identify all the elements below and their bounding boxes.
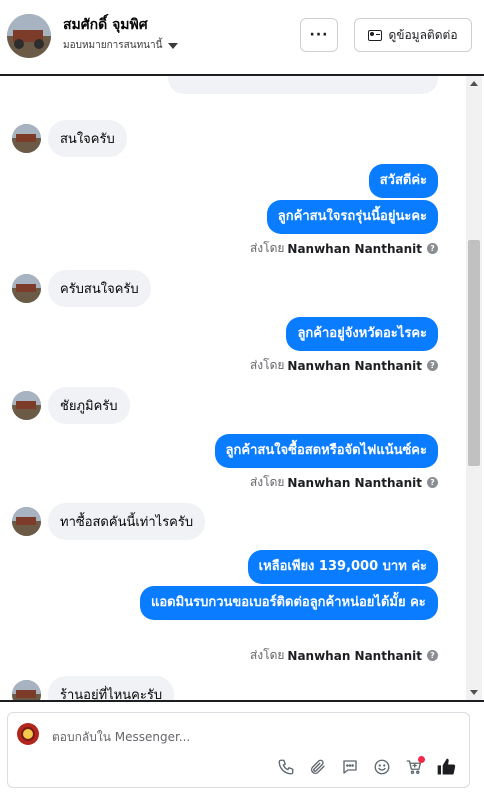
outgoing-bubble: สวัสดีค่ะ [368, 164, 438, 198]
outgoing-bubble: ลูกค้าสนใจรถรุ่นนี้อยู่นะคะ [266, 200, 438, 234]
caret-down-icon [168, 42, 179, 49]
reply-composer [7, 712, 470, 788]
sent-by-label: ส่งโดย Nanwhan Nanthanit ? [250, 646, 438, 665]
scrollbar[interactable] [466, 76, 482, 700]
notification-dot [418, 756, 425, 763]
composer-toolbar [276, 756, 456, 777]
sent-by-label: ส่งโดย Nanwhan Nanthanit ? [250, 356, 438, 375]
sender-name: Nanwhan Nanthanit [287, 241, 422, 256]
contact-avatar-small [12, 680, 41, 700]
incoming-message: ชัยภูมิครับ [12, 387, 130, 424]
incoming-message: ทาซื้อสดคันนี้เท่าไรครับ [12, 503, 206, 540]
view-contact-label: ดูข้อมูลติดต่อ [388, 27, 458, 42]
incoming-bubble: ชัยภูมิครับ [48, 387, 130, 424]
cart-icon[interactable] [404, 756, 425, 777]
incoming-bubble: สนใจครับ [48, 120, 127, 157]
assign-conversation-dropdown[interactable]: มอบหมายการสนทนานี้ [63, 38, 179, 53]
scrollbar-thumb[interactable] [468, 240, 480, 466]
sent-by-prefix: ส่งโดย [249, 648, 285, 662]
reply-input[interactable] [52, 727, 432, 747]
assign-label: มอบหมายการสนทนานี้ [63, 40, 163, 51]
contact-card-icon [368, 29, 383, 41]
sender-name: Nanwhan Nanthanit [287, 648, 422, 663]
view-contact-button[interactable]: ดูข้อมูลติดต่อ [354, 18, 472, 52]
sent-by-prefix: ส่งโดย [249, 241, 285, 255]
incoming-message: ครับสนใจครับ [12, 270, 151, 307]
contact-avatar-small [12, 274, 41, 303]
outgoing-bubble: ลูกค้าอยู่จังหวัดอะไรคะ [286, 317, 438, 351]
chat-bubble-icon[interactable] [340, 757, 360, 777]
incoming-message: ร้านอยู่ที่ไหนคะรับ [12, 676, 175, 700]
emoji-icon[interactable] [372, 757, 392, 777]
sent-by-prefix: ส่งโดย [249, 475, 285, 489]
composer-divider [0, 700, 484, 702]
contact-name[interactable]: สมศักดิ์ จุมพิศ [63, 14, 148, 36]
outgoing-bubble: แอดมินรบกวนขอเบอร์ติดต่อลูกค้าหน่อยได้มั… [140, 586, 438, 620]
incoming-message: สนใจครับ [12, 120, 127, 157]
help-icon[interactable]: ? [427, 243, 438, 254]
outgoing-bubble: เหลือเพียง 139,000 บาท ค่ะ [247, 550, 438, 584]
scroll-up-arrow-icon[interactable] [470, 81, 478, 86]
phone-icon[interactable] [276, 757, 296, 777]
sent-by-label: ส่งโดย Nanwhan Nanthanit ? [250, 239, 438, 258]
conversation-header: สมศักดิ์ จุมพิศ มอบหมายการสนทนานี้ ··· ด… [0, 0, 484, 76]
incoming-bubble: ทาซื้อสดคันนี้เท่าไรครับ [48, 503, 206, 540]
page-avatar [17, 723, 39, 745]
message-thread[interactable]: สนใจครับ สวัสดีค่ะ ลูกค้าสนใจรถรุ่นนี้อย… [0, 76, 484, 700]
contact-avatar[interactable] [7, 14, 51, 58]
sent-by-prefix: ส่งโดย [249, 358, 285, 372]
sender-name: Nanwhan Nanthanit [287, 475, 422, 490]
scroll-down-arrow-icon[interactable] [470, 690, 478, 695]
incoming-bubble: ครับสนใจครับ [48, 270, 151, 307]
incoming-bubble: ร้านอยู่ที่ไหนคะรับ [48, 676, 175, 700]
like-icon[interactable] [436, 757, 456, 777]
outgoing-bubble: ลูกค้าสนใจซื้อสดหรือจัดไฟแน้นซ์คะ [214, 434, 438, 468]
help-icon[interactable]: ? [427, 477, 438, 488]
more-options-button[interactable]: ··· [300, 18, 338, 52]
attach-icon[interactable] [308, 757, 328, 777]
contact-avatar-small [12, 124, 41, 153]
help-icon[interactable]: ? [427, 650, 438, 661]
contact-avatar-small [12, 391, 41, 420]
previous-message-bubble [168, 76, 438, 94]
help-icon[interactable]: ? [427, 360, 438, 371]
sender-name: Nanwhan Nanthanit [287, 358, 422, 373]
sent-by-label: ส่งโดย Nanwhan Nanthanit ? [250, 473, 438, 492]
contact-avatar-small [12, 507, 41, 536]
